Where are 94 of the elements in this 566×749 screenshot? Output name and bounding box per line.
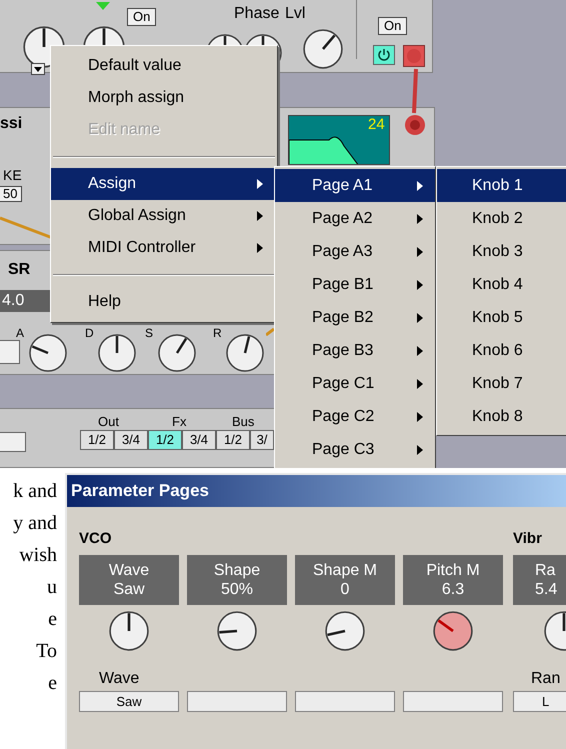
bus-button[interactable]: 3/4 xyxy=(114,430,148,450)
knob[interactable] xyxy=(28,333,68,373)
body-text: y and xyxy=(13,512,57,535)
parameter-display: Ra 5.4 xyxy=(513,555,566,605)
patch-cable[interactable] xyxy=(410,68,420,114)
control-label: Wave xyxy=(98,669,140,689)
submenu-arrow-icon xyxy=(417,246,423,256)
knob[interactable] xyxy=(225,333,265,373)
value-field[interactable]: Saw xyxy=(79,691,179,712)
knob-label: D xyxy=(85,327,94,340)
field-label: KE xyxy=(3,166,22,185)
menu-item[interactable]: Page A1 xyxy=(275,169,435,202)
value-field[interactable]: L xyxy=(513,691,566,712)
submenu-arrow-icon xyxy=(417,280,423,290)
knob[interactable] xyxy=(324,610,366,652)
knob-label: S xyxy=(145,327,154,340)
menu-item[interactable]: Knob 1 xyxy=(437,169,566,202)
submenu-arrow-icon xyxy=(417,378,423,388)
value-field[interactable]: 50 xyxy=(0,186,22,202)
toggle-button[interactable]: On xyxy=(127,8,156,26)
display-value: 24 xyxy=(368,115,385,135)
body-text: u xyxy=(47,576,57,599)
knob[interactable] xyxy=(432,610,474,652)
menu-item[interactable]: Page C2 xyxy=(275,400,435,433)
bus-button[interactable]: 3/4 xyxy=(182,430,216,450)
parameter-display: Shape 50% xyxy=(187,555,287,605)
value-field[interactable] xyxy=(0,432,26,452)
envelope-drawing xyxy=(289,136,360,164)
knob[interactable] xyxy=(302,28,344,70)
parameter-display: Pitch M 6.3 xyxy=(403,555,503,605)
menu-item[interactable]: Page B1 xyxy=(275,268,435,301)
menu-item[interactable]: Knob 2 xyxy=(437,202,566,235)
value-field[interactable] xyxy=(403,691,503,712)
body-text: wish xyxy=(19,544,57,567)
dropdown-button[interactable] xyxy=(31,63,45,75)
submenu-arrow-icon xyxy=(417,346,423,356)
menu-item[interactable]: Page A3 xyxy=(275,235,435,268)
group-label: Bus xyxy=(232,413,254,431)
submenu-arrow-icon xyxy=(417,312,423,322)
module-title: ssi xyxy=(0,114,22,134)
menu-item[interactable]: Knob 3 xyxy=(437,235,566,268)
parameter-display: Wave Saw xyxy=(79,555,179,605)
knob[interactable] xyxy=(97,333,137,373)
knob[interactable] xyxy=(216,610,258,652)
knob[interactable] xyxy=(157,333,197,373)
menu-item[interactable]: Knob 8 xyxy=(437,400,566,433)
body-text: e xyxy=(48,672,57,695)
submenu-arrow-icon xyxy=(417,412,423,422)
group-title: Vibr xyxy=(513,529,543,549)
body-text: e xyxy=(48,608,57,631)
bus-button[interactable]: 1/2 xyxy=(80,430,114,450)
bus-button[interactable]: 1/2 xyxy=(148,430,182,450)
menu-item[interactable]: Knob 7 xyxy=(437,367,566,400)
submenu-arrow-icon xyxy=(417,214,423,224)
menu-item[interactable]: Knob 5 xyxy=(437,301,566,334)
menu-item[interactable]: Page C3 xyxy=(275,433,435,466)
indicator-icon xyxy=(96,2,110,10)
value-field[interactable] xyxy=(295,691,395,712)
toggle-button[interactable]: On xyxy=(378,17,408,35)
menu-item[interactable]: Page B2 xyxy=(275,301,435,334)
input-jack[interactable] xyxy=(404,114,426,136)
menu-item[interactable]: Help xyxy=(51,286,277,318)
group-title: VCO xyxy=(79,529,113,549)
parameter-display: Shape M 0 xyxy=(295,555,395,605)
control-label: Ran xyxy=(530,669,560,689)
value-display: 4.0 xyxy=(0,290,50,312)
submenu-arrow-icon xyxy=(417,444,423,454)
body-text: k and xyxy=(13,480,57,503)
module-title: SR xyxy=(8,260,30,280)
menu-item[interactable]: Global Assign xyxy=(51,200,277,232)
window-title: Parameter Pages xyxy=(67,475,566,507)
menu-item[interactable]: Default value xyxy=(51,50,277,82)
value-field[interactable] xyxy=(0,340,20,364)
menu-item[interactable]: Page A2 xyxy=(275,202,435,235)
knob[interactable] xyxy=(108,610,150,652)
value-field[interactable] xyxy=(187,691,287,712)
menu-item[interactable]: Morph assign xyxy=(51,82,277,114)
bus-button[interactable]: 1/2 xyxy=(216,430,250,450)
body-text: To xyxy=(36,640,57,663)
group-label: Out xyxy=(98,413,119,431)
menu-item[interactable]: MIDI Controller xyxy=(51,232,277,264)
submenu-arrow-icon xyxy=(417,180,423,190)
menu-item[interactable]: Page B3 xyxy=(275,334,435,367)
menu-item[interactable]: Assign xyxy=(51,168,277,200)
power-icon[interactable] xyxy=(373,45,395,65)
menu-item[interactable]: Page C1 xyxy=(275,367,435,400)
group-label: Fx xyxy=(172,413,186,431)
knob-label: Phase xyxy=(234,4,280,24)
menu-item[interactable]: Knob 4 xyxy=(437,268,566,301)
bus-button[interactable]: 3/ xyxy=(250,430,274,450)
menu-item[interactable]: Knob 6 xyxy=(437,334,566,367)
knob-label: R xyxy=(213,327,222,340)
knob-label: Lvl xyxy=(285,4,306,24)
knob-label: A xyxy=(16,327,24,340)
